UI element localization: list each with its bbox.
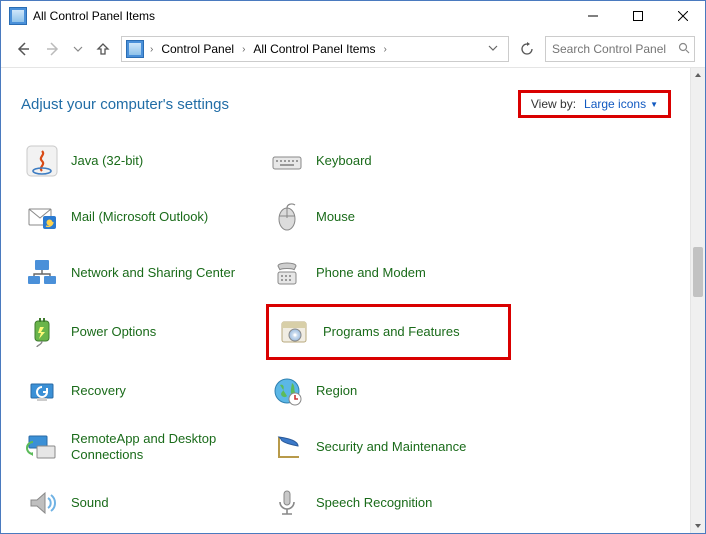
nav-recent-dropdown[interactable]	[71, 37, 85, 61]
item-network[interactable]: Network and Sharing Center	[21, 248, 266, 298]
network-icon	[23, 254, 61, 292]
control-panel-icon	[9, 7, 27, 25]
recovery-icon	[23, 372, 61, 410]
item-recovery[interactable]: Recovery	[21, 366, 266, 416]
item-java[interactable]: Java (32-bit)	[21, 136, 266, 186]
window: All Control Panel Items › Control Panel	[0, 0, 706, 534]
search-input[interactable]	[550, 41, 674, 57]
nav-up-button[interactable]	[91, 37, 115, 61]
item-label: Speech Recognition	[316, 495, 432, 511]
control-panel-icon	[126, 40, 144, 58]
item-speech[interactable]: Speech Recognition	[266, 478, 511, 528]
minimize-button[interactable]	[570, 1, 615, 31]
item-label: Security and Maintenance	[316, 439, 466, 455]
item-label: Power Options	[71, 324, 156, 340]
chevron-right-icon[interactable]: ›	[240, 44, 247, 55]
item-label: Keyboard	[316, 153, 372, 169]
refresh-button[interactable]	[515, 37, 539, 61]
breadcrumb-segment[interactable]: All Control Panel Items	[249, 42, 379, 56]
mail-icon	[23, 198, 61, 236]
scroll-track[interactable]	[691, 82, 705, 519]
power-icon	[23, 313, 61, 351]
view-by-label: View by:	[531, 97, 576, 111]
item-security[interactable]: Security and Maintenance	[266, 422, 511, 472]
item-remoteapp[interactable]: RemoteApp and Desktop Connections	[21, 422, 266, 472]
sound-icon	[23, 484, 61, 522]
address-dropdown[interactable]	[482, 42, 504, 56]
item-label: Mail (Microsoft Outlook)	[71, 209, 208, 225]
item-programs[interactable]: Programs and Features	[266, 304, 511, 360]
mouse-icon	[268, 198, 306, 236]
page-heading: Adjust your computer's settings	[21, 96, 229, 113]
item-label: Sound	[71, 495, 109, 511]
item-label: Phone and Modem	[316, 265, 426, 281]
security-icon	[268, 428, 306, 466]
item-label: Mouse	[316, 209, 355, 225]
items-grid: Java (32-bit) Keyboard Mail (Microsoft O…	[1, 132, 691, 533]
item-mail[interactable]: Mail (Microsoft Outlook)	[21, 192, 266, 242]
nav-forward-button[interactable]	[41, 37, 65, 61]
item-sound[interactable]: Sound	[21, 478, 266, 528]
item-phone[interactable]: Phone and Modem	[266, 248, 511, 298]
item-label: Programs and Features	[323, 324, 460, 340]
breadcrumb-segment[interactable]: Control Panel	[157, 42, 238, 56]
titlebar: All Control Panel Items	[1, 1, 705, 31]
chevron-right-icon[interactable]: ›	[148, 44, 155, 55]
scroll-down-button[interactable]	[691, 519, 705, 533]
navigation-row: › Control Panel › All Control Panel Item…	[1, 31, 705, 68]
search-box[interactable]	[545, 36, 695, 62]
item-power[interactable]: Power Options	[21, 304, 266, 360]
remoteapp-icon	[23, 428, 61, 466]
dropdown-icon: ▼	[650, 100, 658, 109]
java-icon	[23, 142, 61, 180]
item-label: RemoteApp and Desktop Connections	[71, 431, 241, 462]
item-mouse[interactable]: Mouse	[266, 192, 511, 242]
item-label: Network and Sharing Center	[71, 265, 235, 281]
item-label: Recovery	[71, 383, 126, 399]
window-title: All Control Panel Items	[33, 9, 155, 23]
nav-back-button[interactable]	[11, 37, 35, 61]
close-button[interactable]	[660, 1, 705, 31]
view-by-control[interactable]: View by: Large icons ▼	[518, 90, 671, 118]
programs-icon	[275, 313, 313, 351]
item-region[interactable]: Region	[266, 366, 511, 416]
item-label: Region	[316, 383, 357, 399]
phone-icon	[268, 254, 306, 292]
maximize-button[interactable]	[615, 1, 660, 31]
content-area: Adjust your computer's settings View by:…	[1, 68, 705, 533]
search-icon	[678, 42, 690, 57]
vertical-scrollbar[interactable]	[690, 68, 705, 533]
scroll-up-button[interactable]	[691, 68, 705, 82]
view-by-value[interactable]: Large icons ▼	[584, 97, 658, 111]
chevron-right-icon[interactable]: ›	[381, 44, 388, 55]
keyboard-icon	[268, 142, 306, 180]
region-icon	[268, 372, 306, 410]
item-label: Java (32-bit)	[71, 153, 143, 169]
scroll-thumb[interactable]	[693, 247, 703, 297]
speech-icon	[268, 484, 306, 522]
address-bar[interactable]: › Control Panel › All Control Panel Item…	[121, 36, 509, 62]
item-keyboard[interactable]: Keyboard	[266, 136, 511, 186]
